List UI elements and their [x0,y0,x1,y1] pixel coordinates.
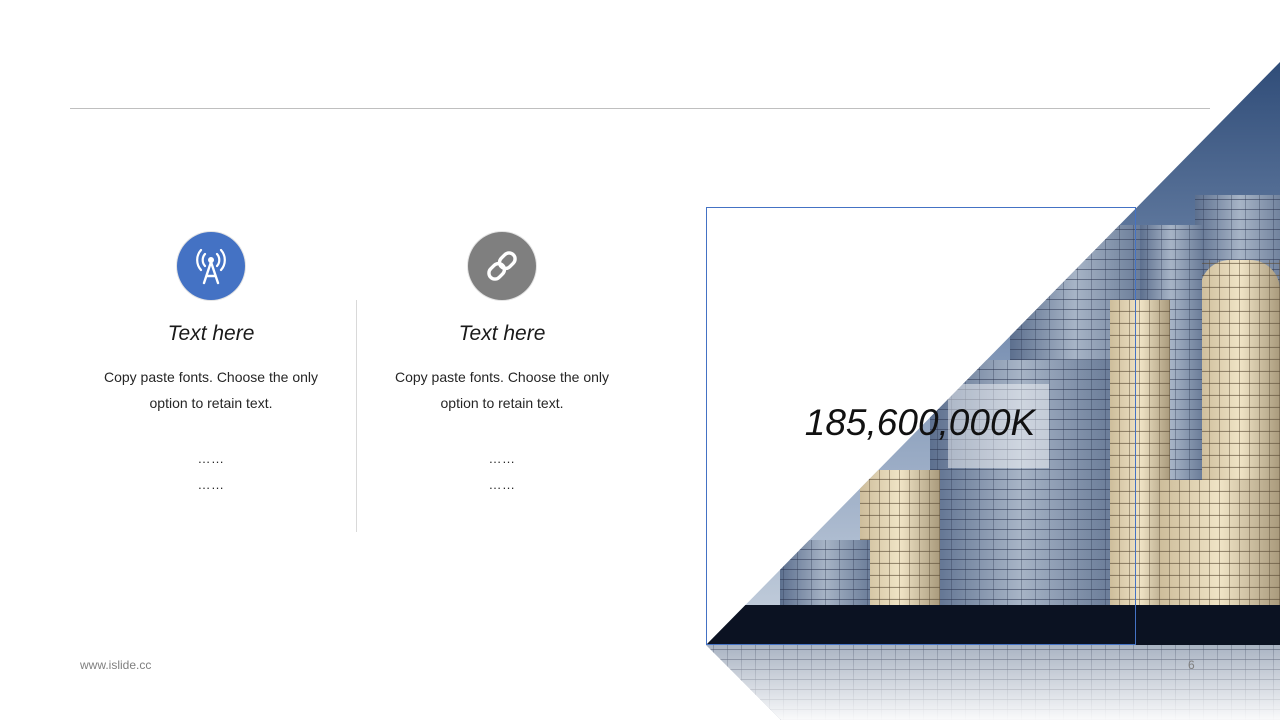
stat-value: 185,600,000K [804,402,1036,443]
page-number: 6 [1188,658,1195,672]
footer-website: www.islide.cc [80,658,152,672]
frame-accent-line [1135,560,1136,645]
slide: Text here Copy paste fonts. Choose the o… [0,0,1280,720]
